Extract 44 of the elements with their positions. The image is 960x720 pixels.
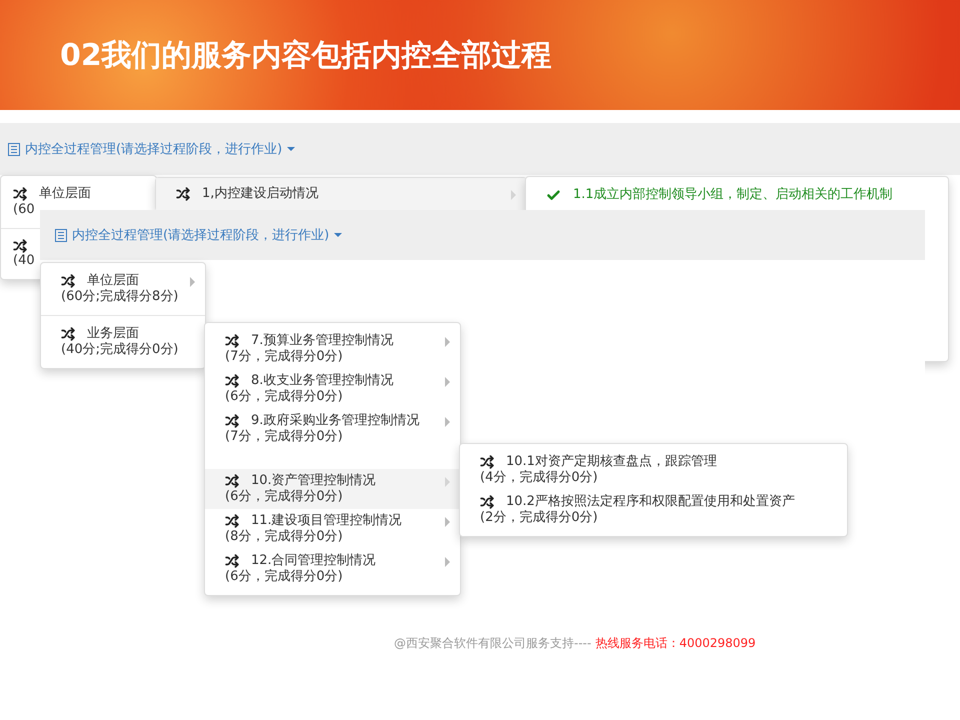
- menu-item[interactable]: 10.1对资产定期核查盘点，跟踪管理 (4分，完成得分0分): [460, 450, 847, 490]
- menu-item[interactable]: 9.政府采购业务管理控制情况 (7分，完成得分0分): [205, 409, 460, 449]
- caret-icon: [287, 147, 296, 151]
- caret-icon: [334, 233, 342, 237]
- shuffle-icon: [225, 474, 239, 488]
- hotline-text: 热线服务电话：4000298099: [595, 635, 756, 652]
- shuffle-icon: [13, 187, 27, 201]
- shuffle-icon: [13, 239, 27, 253]
- menu-item[interactable]: 7.预算业务管理控制情况 (7分，完成得分0分): [205, 329, 460, 369]
- list-icon: [55, 228, 67, 242]
- caret-icon: [445, 377, 450, 387]
- menu-item[interactable]: 10.资产管理控制情况 (6分，完成得分0分): [205, 469, 460, 509]
- shuffle-icon: [480, 495, 494, 509]
- shuffle-icon: [176, 187, 190, 201]
- shuffle-icon: [61, 327, 75, 341]
- menu-item[interactable]: 单位层面 (60分;完成得分8分): [41, 263, 205, 315]
- menu-item[interactable]: 10.2严格按照法定程序和权限配置使用和处置资产 (2分，完成得分0分): [460, 490, 847, 530]
- shuffle-icon: [225, 374, 239, 388]
- score-text: (40: [13, 253, 35, 268]
- menu-item[interactable]: 1.1成立内部控制领导小组，制定、启动相关的工作机制: [526, 183, 948, 207]
- shuffle-icon: [61, 274, 75, 288]
- caret-icon: [445, 517, 450, 527]
- shuffle-icon: [225, 334, 239, 348]
- caret-icon: [511, 190, 516, 200]
- menu-label[interactable]: 单位层面: [39, 186, 91, 202]
- slide-title: 02我们的服务内容包括内控全部过程: [60, 36, 552, 74]
- menu-item[interactable]: 11.建设项目管理控制情况 (8分，完成得分0分): [205, 509, 460, 549]
- caret-icon: [445, 417, 450, 427]
- list-icon: [8, 142, 20, 156]
- caret-icon: [445, 477, 450, 487]
- dropdown-button[interactable]: 内控全过程管理(请选择过程阶段，进行作业): [8, 140, 296, 158]
- shuffle-icon: [225, 554, 239, 568]
- shuffle-icon: [225, 514, 239, 528]
- menu-item[interactable]: 8.收支业务管理控制情况 (6分，完成得分0分): [205, 369, 460, 409]
- caret-icon: [445, 557, 450, 567]
- caret-icon: [445, 337, 450, 347]
- shuffle-icon: [480, 455, 494, 469]
- dropdown-button[interactable]: 内控全过程管理(请选择过程阶段，进行作业): [55, 226, 342, 244]
- shuffle-icon: [225, 414, 239, 428]
- credit-text: @西安聚合软件有限公司服务支持----: [394, 635, 592, 652]
- score-text: (60: [13, 202, 35, 217]
- menu-item[interactable]: 1,内控建设启动情况: [156, 178, 526, 210]
- check-icon: [546, 188, 561, 202]
- menu-item[interactable]: 12.合同管理控制情况 (6分，完成得分0分): [205, 549, 460, 589]
